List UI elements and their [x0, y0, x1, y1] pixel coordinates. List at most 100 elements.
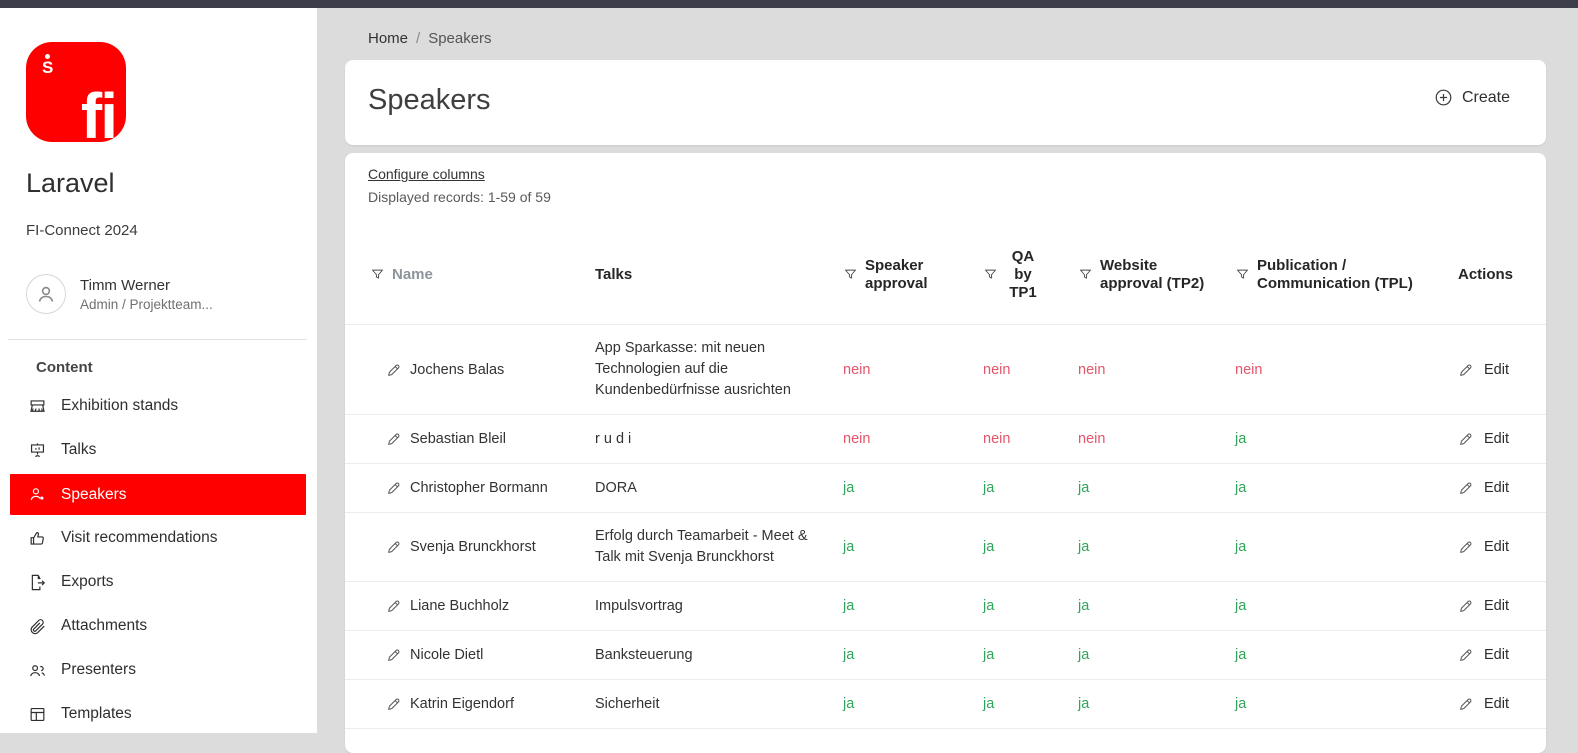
- exhibition-stand-icon: [30, 399, 45, 412]
- qa-approval-value: ja: [983, 539, 995, 555]
- speaker-name-cell: Christopher Bormann: [370, 480, 595, 496]
- edit-button[interactable]: Edit: [1458, 539, 1509, 555]
- sidebar-item-templates[interactable]: Templates: [0, 692, 317, 736]
- filter-icon[interactable]: [843, 267, 858, 282]
- edit-pencil-icon[interactable]: [386, 431, 402, 447]
- edit-button[interactable]: Edit: [1458, 480, 1509, 496]
- talk-title: App Sparkasse: mit neuen Technologien au…: [595, 340, 791, 398]
- speaker-approval-value: ja: [843, 696, 855, 712]
- filter-icon[interactable]: [1235, 267, 1250, 282]
- sidebar-item-exhibition-stands[interactable]: Exhibition stands: [0, 384, 317, 428]
- user-info[interactable]: Timm Werner Admin / Projektteam...: [26, 274, 213, 314]
- sidebar-item-label: Exhibition stands: [61, 397, 179, 414]
- paperclip-icon: [30, 618, 45, 634]
- edit-pencil-icon[interactable]: [386, 647, 402, 663]
- column-label: Website approval (TP2): [1100, 256, 1205, 292]
- pencil-icon: [1460, 482, 1472, 494]
- sidebar-item-label: Talks: [61, 441, 97, 458]
- column-header-qa[interactable]: QA by TP1: [983, 248, 1078, 302]
- sidebar-item-attachments[interactable]: Attachments: [0, 604, 317, 648]
- breadcrumb-home[interactable]: Home: [368, 30, 408, 47]
- table-row: Katrin Eigendorf Sicherheit ja ja ja ja Edit: [345, 680, 1546, 729]
- sidebar-section-content: Content: [36, 359, 93, 376]
- table-row: Nicole Dietl Banksteuerung ja ja ja ja Edit: [345, 631, 1546, 680]
- column-header-publication[interactable]: Publication / Communication (TPL): [1235, 257, 1458, 293]
- edit-button-label: Edit: [1484, 431, 1509, 447]
- table-row: Svenja Brunckhorst Erfolg durch Teamarbei…: [345, 513, 1546, 582]
- sidebar-item-presenters[interactable]: Presenters: [0, 648, 317, 692]
- user-role: Admin / Projektteam...: [80, 296, 213, 312]
- edit-pencil-icon[interactable]: [386, 480, 402, 496]
- column-label: Publication / Communication (TPL): [1257, 256, 1413, 292]
- qa-approval-value: ja: [983, 598, 995, 614]
- column-header-actions: Actions: [1458, 266, 1546, 284]
- speaker-name-cell: Katrin Eigendorf: [370, 696, 595, 712]
- edit-button-label: Edit: [1484, 480, 1509, 496]
- circle-plus-icon: [1435, 89, 1452, 106]
- sidebar-item-label: Attachments: [61, 617, 148, 634]
- column-header-name[interactable]: Name: [370, 266, 595, 284]
- sidebar-item-label: Presenters: [61, 661, 136, 678]
- speaker-name: Nicole Dietl: [410, 647, 484, 663]
- filter-icon[interactable]: [983, 267, 998, 282]
- page-title: Speakers: [368, 84, 491, 116]
- speaker-name-cell: Jochens Balas: [370, 362, 595, 378]
- speaker-person-icon: [30, 488, 44, 501]
- table-row: Sebastian Bleil r u d i nein nein nein ja Edit: [345, 415, 1546, 464]
- publication-approval-value: ja: [1235, 539, 1247, 555]
- sidebar-item-label: Templates: [61, 705, 132, 722]
- qa-approval-value: nein: [983, 431, 1011, 447]
- website-approval-value: ja: [1078, 480, 1090, 496]
- qa-approval-value: ja: [983, 647, 995, 663]
- speaker-name-cell: Sebastian Bleil: [370, 431, 595, 447]
- website-approval-value: ja: [1078, 598, 1090, 614]
- edit-button-label: Edit: [1484, 696, 1509, 712]
- edit-button[interactable]: Edit: [1458, 431, 1509, 447]
- speaker-approval-value: nein: [843, 361, 871, 378]
- column-label: QA by TP1: [1009, 247, 1037, 301]
- edit-pencil-icon[interactable]: [386, 598, 402, 614]
- records-count: Displayed records: 1-59 of 59: [368, 189, 551, 205]
- table-header-row: Name Talks Speaker approval QA by TP1 Websit…: [345, 225, 1546, 325]
- column-label: Actions: [1458, 265, 1514, 283]
- table-row: Liane Buchholz Impulsvortrag ja ja ja ja Edit: [345, 582, 1546, 631]
- fi-sparkasse-logo: S fi: [26, 42, 126, 142]
- talk-title: Impulsvortrag: [595, 597, 683, 614]
- speaker-approval-value: nein: [843, 431, 871, 447]
- configure-columns-link[interactable]: Configure columns: [368, 166, 485, 182]
- filter-icon[interactable]: [370, 267, 385, 282]
- speaker-approval-value: ja: [843, 480, 855, 496]
- filter-icon[interactable]: [1078, 267, 1093, 282]
- edit-pencil-icon[interactable]: [386, 539, 402, 555]
- talk-title: Sicherheit: [595, 695, 660, 712]
- edit-button[interactable]: Edit: [1458, 598, 1509, 614]
- column-header-speaker[interactable]: Speaker approval: [843, 257, 983, 293]
- pencil-icon: [1460, 600, 1472, 612]
- pencil-icon: [1460, 541, 1472, 553]
- pencil-icon: [1460, 698, 1472, 710]
- edit-button[interactable]: Edit: [1458, 362, 1509, 378]
- speaker-approval-value: ja: [843, 647, 855, 663]
- pencil-icon: [1460, 364, 1472, 376]
- sidebar-item-talks[interactable]: Talks: [0, 428, 317, 472]
- column-header-website[interactable]: Website approval (TP2): [1078, 257, 1235, 293]
- edit-button-label: Edit: [1484, 598, 1509, 614]
- speaker-approval-value: ja: [843, 598, 855, 614]
- website-approval-value: nein: [1078, 431, 1106, 447]
- edit-button[interactable]: Edit: [1458, 647, 1509, 663]
- sidebar-item-exports[interactable]: Exports: [0, 560, 317, 604]
- speaker-name-cell: Nicole Dietl: [370, 647, 595, 663]
- sidebar-item-label: Speakers: [61, 485, 127, 503]
- sidebar-item-speakers[interactable]: Speakers: [10, 474, 306, 515]
- edit-button-label: Edit: [1484, 539, 1509, 555]
- sidebar-item-visit-recommendations[interactable]: Visit recommendations: [0, 516, 317, 560]
- edit-pencil-icon[interactable]: [386, 362, 402, 378]
- website-approval-value: ja: [1078, 696, 1090, 712]
- presentation-icon: [30, 442, 45, 457]
- edit-pencil-icon[interactable]: [386, 696, 402, 712]
- create-button[interactable]: Create: [1434, 88, 1510, 107]
- speakers-table: Name Talks Speaker approval QA by TP1 Websit…: [345, 225, 1546, 729]
- talk-title: Banksteuerung: [595, 646, 693, 663]
- edit-button[interactable]: Edit: [1458, 696, 1509, 712]
- breadcrumb-separator: /: [416, 30, 421, 47]
